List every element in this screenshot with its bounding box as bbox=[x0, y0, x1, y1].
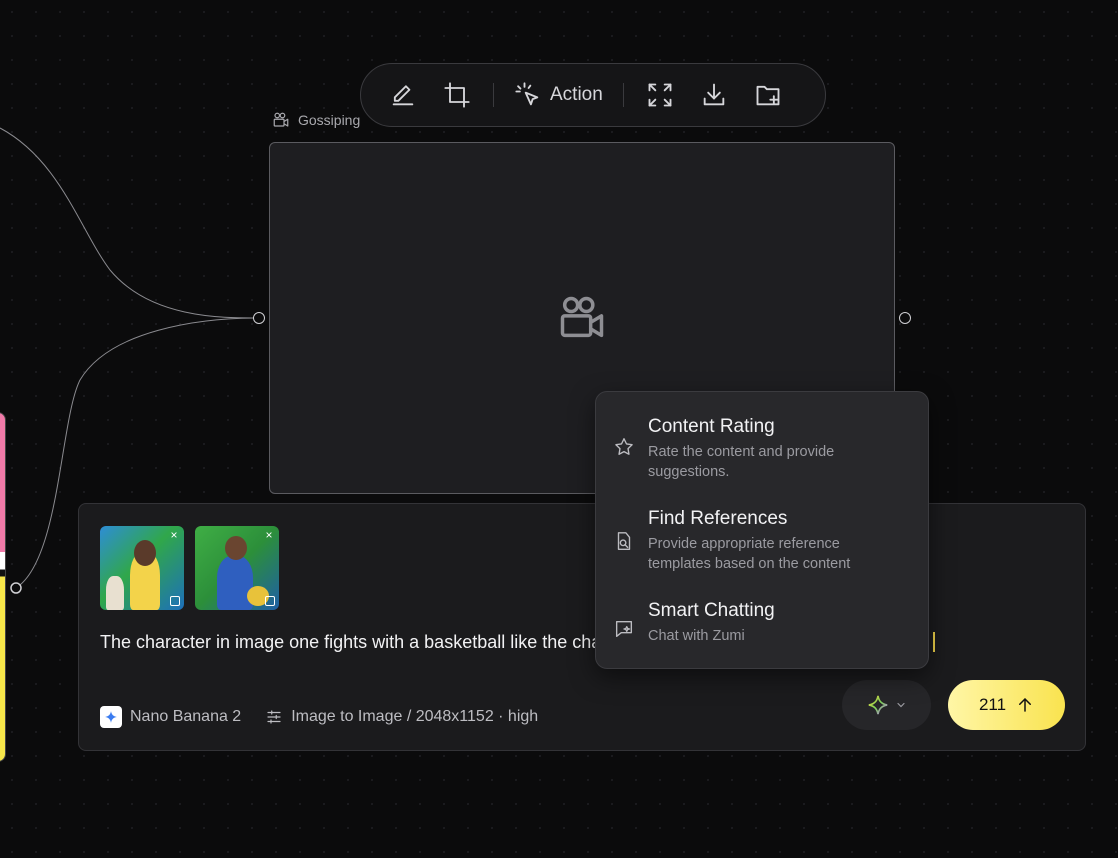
action-label: Action bbox=[550, 84, 603, 105]
menu-item-title: Content Rating bbox=[648, 416, 775, 437]
sliders-icon bbox=[267, 710, 281, 724]
arrow-up-icon bbox=[1019, 698, 1032, 712]
side-card-partial[interactable] bbox=[0, 412, 6, 762]
download-icon bbox=[703, 83, 725, 106]
remove-attachment-button[interactable]: × bbox=[262, 528, 276, 542]
remove-attachment-button[interactable]: × bbox=[167, 528, 181, 542]
node-label[interactable]: Gossiping bbox=[272, 111, 360, 129]
toolbar-separator bbox=[493, 83, 494, 107]
menu-item-title: Smart Chatting bbox=[648, 600, 775, 621]
fullscreen-button[interactable] bbox=[640, 75, 680, 115]
folder-plus-icon bbox=[756, 85, 780, 106]
model-logo-icon bbox=[100, 706, 122, 728]
node-toolbar: Action bbox=[360, 63, 826, 127]
ai-actions-menu: Content Rating Rate the content and prov… bbox=[595, 391, 929, 669]
cursor-click-icon bbox=[515, 82, 539, 106]
menu-item-description: Provide appropriate reference templates … bbox=[648, 536, 851, 572]
attachment-thumbnail-2[interactable]: × bbox=[195, 526, 279, 610]
edit-pencil-icon bbox=[392, 85, 414, 106]
text-caret bbox=[933, 632, 936, 652]
crop-icon bbox=[444, 82, 470, 108]
expand-icon bbox=[648, 83, 672, 107]
image-type-icon bbox=[170, 596, 180, 606]
menu-item-smart-chatting[interactable]: Smart Chatting Chat with Zumi bbox=[596, 598, 928, 668]
menu-item-description: Rate the content and provide suggestions… bbox=[648, 444, 835, 480]
toolbar-separator bbox=[622, 83, 624, 107]
attachment-thumbnail-1[interactable]: × bbox=[100, 526, 184, 610]
model-name: Nano Banana 2 bbox=[130, 708, 242, 725]
credit-count: 211 bbox=[978, 695, 1007, 714]
input-port[interactable] bbox=[253, 312, 265, 324]
menu-item-find-references[interactable]: Find References Provide appropriate refe… bbox=[596, 506, 928, 598]
download-button[interactable] bbox=[694, 75, 734, 115]
generate-button[interactable]: 211 bbox=[948, 680, 1065, 730]
image-type-icon bbox=[265, 596, 275, 606]
sparkle-icon bbox=[868, 695, 887, 715]
model-selector[interactable]: Nano Banana 2 bbox=[100, 706, 241, 728]
edit-button[interactable] bbox=[383, 75, 423, 115]
menu-item-content-rating[interactable]: Content Rating Rate the content and prov… bbox=[596, 414, 928, 506]
mode-summary: Image to Image / 2048x1152 · high bbox=[291, 708, 539, 725]
star-icon bbox=[615, 438, 633, 455]
search-doc-icon bbox=[617, 532, 631, 550]
save-to-folder-button[interactable] bbox=[748, 75, 788, 115]
video-camera-icon bbox=[273, 112, 289, 127]
prompt-footer: Nano Banana 2 Image to Image / 2048x1152… bbox=[100, 706, 538, 728]
output-port[interactable] bbox=[899, 312, 911, 324]
action-button[interactable]: Action bbox=[510, 75, 607, 115]
prompt-panel: × × The character in image one fights wi… bbox=[78, 503, 1086, 751]
chat-sparkle-icon bbox=[615, 620, 633, 638]
menu-item-description: Chat with Zumi bbox=[648, 628, 745, 644]
generation-settings[interactable]: Image to Image / 2048x1152 · high bbox=[265, 708, 538, 726]
ai-assistant-button[interactable] bbox=[842, 680, 931, 730]
menu-item-title: Find References bbox=[648, 508, 788, 529]
chevron-down-icon bbox=[896, 702, 905, 708]
video-placeholder-icon bbox=[560, 296, 604, 338]
node-title: Gossiping bbox=[298, 112, 361, 128]
crop-button[interactable] bbox=[437, 75, 477, 115]
